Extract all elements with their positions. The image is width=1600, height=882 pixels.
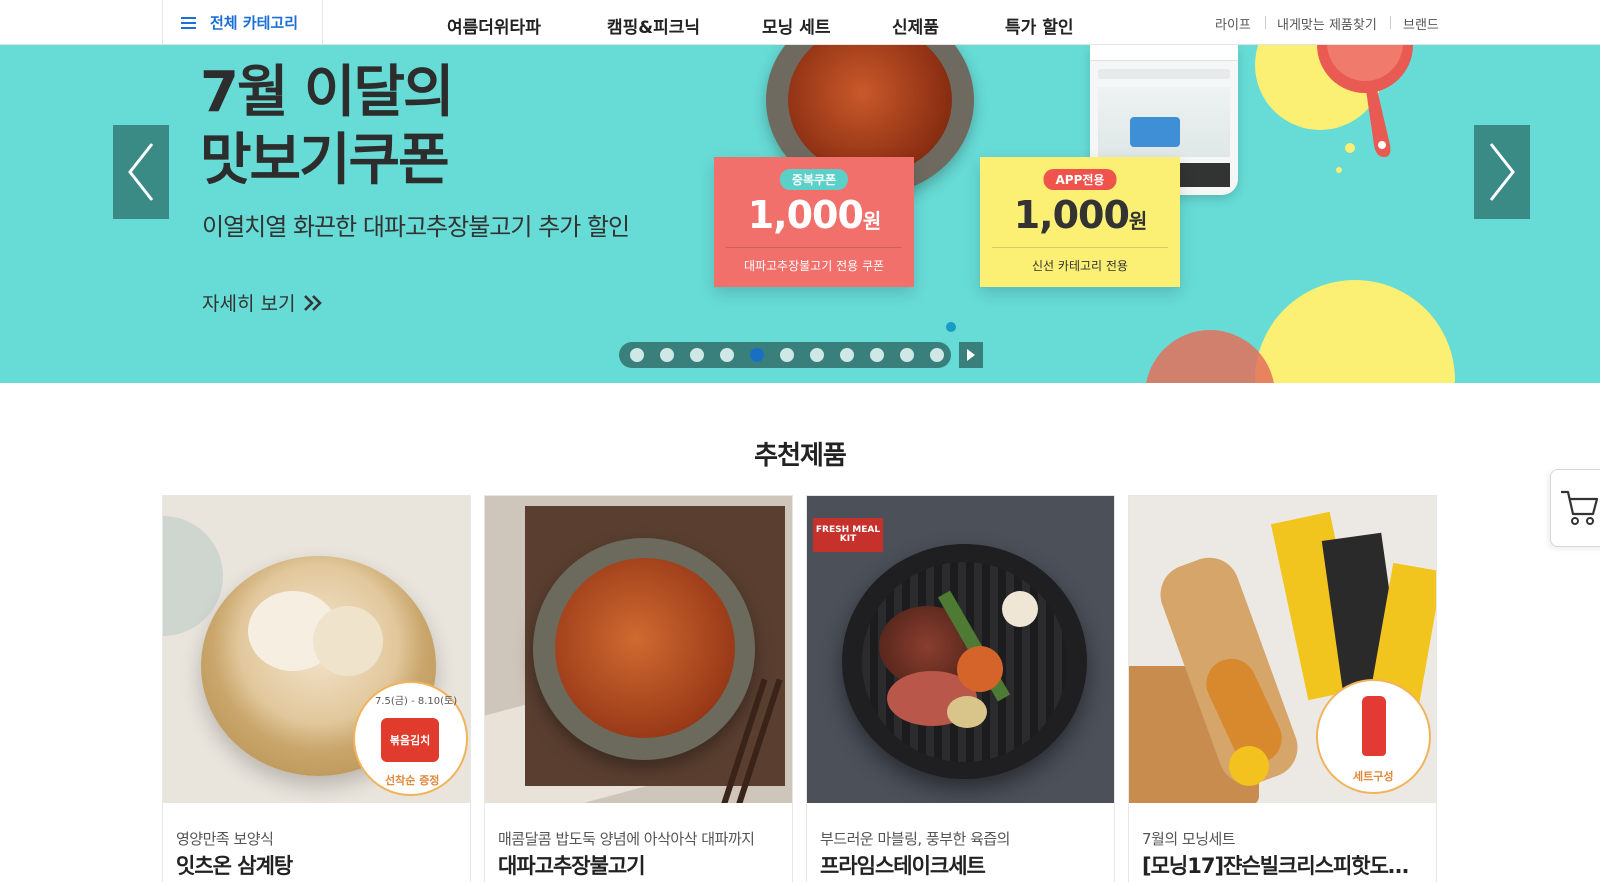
product-badge: 선착순 증정 — [385, 774, 440, 787]
product-description: 매콤달콤 밥도둑 양념에 아삭아삭 대파까지 — [498, 830, 755, 848]
product-card[interactable]: 매콤달콤 밥도둑 양념에 아삭아삭 대파까지 대파고추장불고기 — [484, 495, 793, 882]
product-badge-item: 볶음김치 — [389, 734, 431, 747]
coupon-amount: 1,000원 — [1013, 193, 1148, 237]
section-title-recommended: 추천제품 — [754, 441, 847, 471]
product-image: 7.5(금) - 8.10(토) 볶음김치 선착순 증정 — [163, 496, 470, 803]
decor-circle — [1145, 330, 1275, 383]
slide-dot[interactable] — [660, 348, 674, 362]
slide-dot[interactable] — [780, 348, 794, 362]
product-card[interactable]: FRESH MEAL KIT 부드러운 마블링, 풍부한 육즙의 프라임스테이크… — [806, 495, 1115, 882]
product-description: 7월의 모닝세트 — [1142, 830, 1236, 848]
top-header: 전체 카테고리 여름더위타파 캠핑&피크닉 모닝 세트 신제품 특가 할인 라이… — [0, 0, 1600, 45]
coupon-card[interactable]: APP전용 1,000원 신선 카테고리 전용 — [980, 157, 1180, 287]
decor-dot — [946, 322, 956, 332]
nav-item-new-products[interactable]: 신제품 — [892, 13, 939, 38]
coupon-card[interactable]: 중복쿠폰 1,000원 대파고추장불고기 전용 쿠폰 — [714, 157, 914, 287]
slide-dot[interactable] — [750, 348, 764, 362]
product-name: [모닝17]쟌슨빌크리스피핫도그+… — [1142, 854, 1427, 878]
decor-dots — [1336, 143, 1355, 173]
product-badge: 세트구성 — [1353, 770, 1394, 783]
nav-item-summer[interactable]: 여름더위타파 — [447, 13, 541, 38]
slide-dot[interactable] — [900, 348, 914, 362]
decor-circle — [1255, 280, 1455, 383]
all-category-button[interactable]: 전체 카테고리 — [162, 0, 323, 45]
cart-icon — [1561, 490, 1599, 525]
slide-dot[interactable] — [690, 348, 704, 362]
util-link-life[interactable]: 라이프 — [1215, 14, 1251, 33]
product-image — [485, 496, 792, 803]
double-chevron-icon — [304, 294, 323, 311]
coupon-note: 신선 카테고리 전용 — [1032, 259, 1128, 273]
nav-item-camping[interactable]: 캠핑&피크닉 — [607, 13, 700, 38]
product-name: 잇츠온 삼계탕 — [176, 854, 293, 878]
main-banner[interactable]: 7월 이달의 맛보기쿠폰 이열치열 화끈한 대파고추장불고기 추가 할인 자세히… — [0, 45, 1600, 383]
product-name: 프라임스테이크세트 — [820, 854, 986, 878]
util-divider — [1265, 16, 1266, 29]
slide-dot[interactable] — [810, 348, 824, 362]
chevron-right-icon — [1489, 143, 1515, 201]
slide-dot[interactable] — [930, 348, 944, 362]
product-description: 영양만족 보양식 — [176, 830, 274, 848]
frying-pan-illustration — [1317, 45, 1413, 157]
product-badge: FRESH MEAL KIT — [815, 525, 881, 544]
product-badge-date: 7.5(금) - 8.10(토) — [375, 696, 458, 707]
product-image: FRESH MEAL KIT — [807, 496, 1114, 803]
banner-subtitle: 이열치열 화끈한 대파고추장불고기 추가 할인 — [202, 213, 630, 241]
menu-icon — [181, 16, 196, 29]
product-image: 세트구성 — [1129, 496, 1436, 803]
banner-more-label: 자세히 보기 — [202, 293, 296, 315]
coupon-note: 대파고추장불고기 전용 쿠폰 — [743, 259, 885, 273]
banner-next-button[interactable] — [1474, 125, 1530, 219]
product-name: 대파고추장불고기 — [498, 854, 646, 878]
floating-cart-button[interactable] — [1550, 469, 1600, 547]
slide-pagination — [619, 342, 951, 368]
slide-dot[interactable] — [840, 348, 854, 362]
banner-title-line2: 맛보기쿠폰 — [200, 128, 450, 193]
util-divider — [1390, 16, 1391, 29]
slide-dot[interactable] — [630, 348, 644, 362]
coupon-tag: 중복쿠폰 — [779, 169, 849, 190]
nav-item-special-sale[interactable]: 특가 할인 — [1005, 13, 1073, 38]
chevron-left-icon — [128, 143, 154, 201]
slide-dot[interactable] — [870, 348, 884, 362]
all-category-label: 전체 카테고리 — [210, 14, 299, 32]
util-link-brand[interactable]: 브랜드 — [1403, 14, 1439, 33]
coupon-amount: 1,000원 — [747, 193, 882, 237]
slide-play-button[interactable] — [959, 342, 983, 368]
coupon-tag: APP전용 — [1043, 169, 1117, 190]
product-description: 부드러운 마블링, 풍부한 육즙의 — [820, 830, 1010, 848]
util-link-product-finder[interactable]: 내게맞는 제품찾기 — [1277, 14, 1377, 33]
product-card[interactable]: 세트구성 7월의 모닝세트 [모닝17]쟌슨빌크리스피핫도그+… — [1128, 495, 1437, 882]
banner-prev-button[interactable] — [113, 125, 169, 219]
nav-item-morning-set[interactable]: 모닝 세트 — [762, 13, 830, 38]
play-icon — [967, 349, 975, 361]
banner-more-link[interactable]: 자세히 보기 — [202, 289, 323, 316]
product-card[interactable]: 7.5(금) - 8.10(토) 볶음김치 선착순 증정 영양만족 보양식 잇츠… — [162, 495, 471, 882]
slide-dot[interactable] — [720, 348, 734, 362]
